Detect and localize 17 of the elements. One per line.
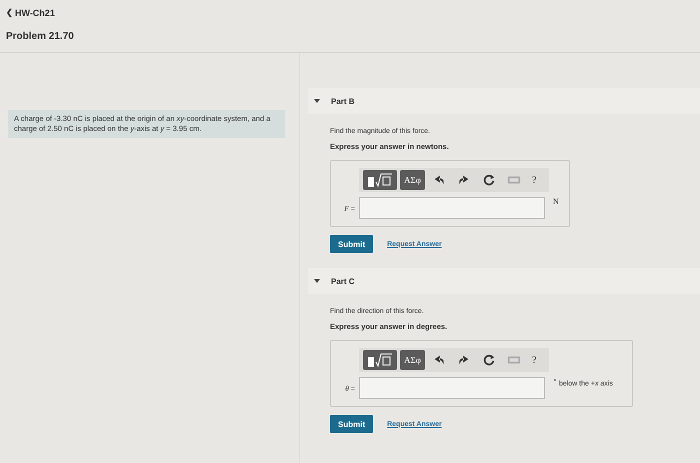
triangle-icon[interactable] — [314, 99, 320, 103]
part-header[interactable]: Part B — [308, 88, 700, 114]
template-button[interactable] — [363, 350, 397, 370]
greek-button[interactable]: ΑΣφ — [400, 350, 425, 370]
greek-button[interactable]: ΑΣφ — [400, 170, 425, 190]
part-header[interactable]: Part C — [308, 268, 700, 294]
back-link[interactable]: ❮ HW-Ch21 — [6, 8, 694, 18]
template-button[interactable] — [363, 170, 397, 190]
triangle-icon[interactable] — [314, 279, 320, 283]
answer-field[interactable] — [359, 197, 545, 219]
unit-label: N — [553, 197, 559, 206]
answer-field[interactable] — [359, 377, 545, 399]
problem-title: Problem 21.70 — [6, 31, 75, 42]
help-button[interactable]: ? — [528, 350, 540, 370]
help-button[interactable]: ? — [528, 170, 540, 190]
submit-button[interactable]: Submit — [330, 415, 374, 433]
submit-button[interactable]: Submit — [330, 235, 374, 253]
